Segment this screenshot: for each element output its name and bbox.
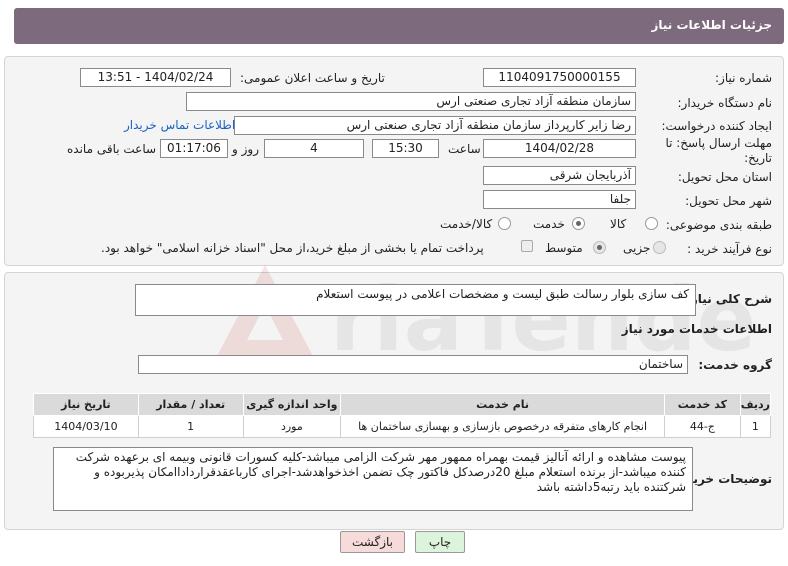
cell-need-date: 1404/03/10 [33, 415, 139, 438]
col-name-header: نام خدمت [340, 393, 665, 416]
cell-service-name: انجام کارهای متفرقه درخصوص بازسازی و بهس… [340, 415, 665, 438]
need-number-field: 1104091750000155 [483, 68, 636, 87]
announce-datetime-label: تاریخ و ساعت اعلان عمومی: [240, 71, 385, 85]
need-number-label: شماره نیاز: [715, 71, 772, 85]
days-label: روز و [232, 142, 259, 156]
cell-row-number: 1 [739, 415, 772, 438]
deadline-date-field: 1404/02/28 [483, 139, 636, 158]
process-medium-label: متوسط [545, 241, 583, 255]
category-goods-service-radio[interactable] [498, 217, 511, 230]
category-goods-radio[interactable] [645, 217, 658, 230]
deadline-time-label: ساعت [448, 142, 481, 156]
city-field: جلفا [483, 190, 636, 209]
service-group-label: گروه خدمت: [698, 358, 772, 372]
deadline-time-field: 15:30 [372, 139, 439, 158]
days-remaining-field: 4 [264, 139, 364, 158]
col-code-header: کد خدمت [663, 393, 741, 416]
deadline-label: مهلت ارسال پاسخ: تا [665, 136, 772, 150]
col-unit-header: واحد اندازه گیری [242, 393, 342, 416]
request-info-panel [4, 56, 784, 266]
summary-textarea[interactable]: کف سازی بلوار رسالت طبق لیست و مضخصات اع… [135, 284, 696, 316]
col-qty-header: تعداد / مقدار [137, 393, 244, 416]
buyer-contact-link[interactable]: اطلاعات تماس خریدار [124, 118, 235, 132]
cell-quantity: 1 [137, 415, 244, 438]
city-label: شهر محل تحویل: [685, 194, 772, 208]
process-minor-label: جزیی [623, 241, 651, 255]
col-date-header: تاریخ نیاز [33, 393, 139, 416]
buyer-org-label: نام دستگاه خریدار: [677, 96, 773, 110]
cell-service-code: ج-44 [663, 415, 741, 438]
back-button[interactable]: بازگشت [340, 531, 405, 553]
service-group-field: ساختمان [138, 355, 688, 374]
province-label: استان محل تحویل: [677, 170, 772, 184]
treasury-payment-note: پرداخت تمام یا بخشی از مبلغ خرید،از محل … [101, 241, 484, 255]
category-service-radio[interactable] [572, 217, 585, 230]
creator-field: رضا زایر کارپرداز سازمان منطقه آزاد تجار… [234, 116, 636, 135]
treasury-payment-checkbox[interactable] [521, 240, 533, 252]
category-service-label: خدمت [533, 217, 565, 231]
page-header: جزئیات اطلاعات نیاز [14, 8, 784, 44]
process-label: نوع فرآیند خرید : [687, 242, 772, 256]
cell-unit: مورد [242, 415, 342, 438]
col-row-header: ردیف [739, 393, 772, 416]
summary-label: شرح کلی نیاز: [686, 292, 772, 306]
services-section-title: اطلاعات خدمات مورد نیاز [621, 322, 772, 336]
category-goods-service-label: کالا/خدمت [440, 217, 493, 231]
province-field: آذربایجان شرقی [483, 166, 636, 185]
creator-label: ایجاد کننده درخواست: [661, 119, 772, 133]
process-minor-radio[interactable] [653, 241, 666, 254]
services-table-header: ردیف کد خدمت نام خدمت واحد اندازه گیری ت… [33, 393, 772, 416]
announce-datetime-field: 1404/02/24 - 13:51 [80, 68, 231, 87]
category-goods-label: کالا [610, 217, 627, 231]
deadline-date-label: تاریخ: [744, 151, 772, 165]
buyer-org-field: سازمان منطقه آزاد تجاری صنعتی ارس [186, 92, 636, 111]
services-table: ردیف کد خدمت نام خدمت واحد اندازه گیری ت… [33, 393, 772, 438]
buyer-notes-textarea[interactable]: پیوست مشاهده و ارائه آنالیز قیمت بهمراه … [53, 447, 693, 511]
remaining-time-field: 01:17:06 [160, 139, 228, 158]
print-button[interactable]: چاپ [415, 531, 465, 553]
remaining-time-label: ساعت باقی مانده [67, 142, 157, 156]
process-medium-radio[interactable] [593, 241, 606, 254]
page-title: جزئیات اطلاعات نیاز [651, 18, 772, 32]
table-row: 1 ج-44 انجام کارهای متفرقه درخصوص بازساز… [33, 415, 772, 438]
category-label: طبقه بندی موضوعی: [665, 218, 772, 232]
